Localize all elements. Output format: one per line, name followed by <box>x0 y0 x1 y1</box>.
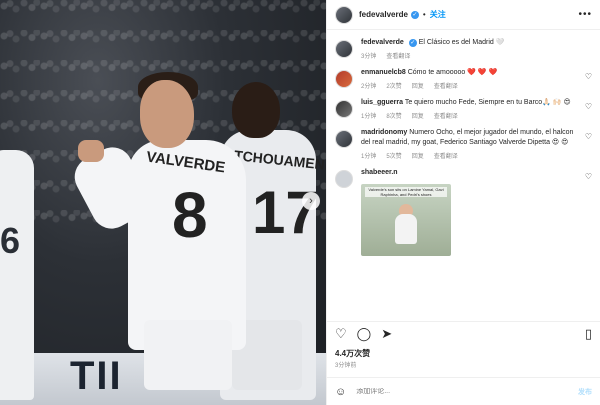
comment-likes[interactable]: 2次赞 <box>386 81 401 90</box>
comment-item: luis_gguerra Te quiero mucho Fede, Siemp… <box>335 98 592 120</box>
comment-likes[interactable]: 5次赞 <box>386 151 401 160</box>
comment-username[interactable]: shabeeer.n <box>361 169 398 176</box>
main-player-head <box>140 80 194 148</box>
comment-username[interactable]: enmanuelcb8 <box>361 69 406 76</box>
post-photo[interactable]: TII 6 TCHOUAMENI 17 VALVERDE 8 › <box>0 0 326 405</box>
comment-username[interactable]: luis_gguerra <box>361 99 403 106</box>
comments-list: fedevalverde ✓ El Clásico es del Madrid … <box>327 30 600 315</box>
comment-image[interactable]: Valverde's son sits on Lamine Yamal, Gav… <box>361 184 451 256</box>
heart-icon[interactable]: ♡ <box>585 172 592 181</box>
likes-count[interactable]: 4.4万次赞 <box>335 348 370 359</box>
comment-item: madridonomy Numero Ocho, el mejor jugado… <box>335 128 592 160</box>
instagram-post-view: TII 6 TCHOUAMENI 17 VALVERDE 8 › fedeval… <box>0 0 600 405</box>
heart-icon[interactable]: ♡ <box>585 102 592 111</box>
share-icon[interactable]: ➤ <box>381 326 392 342</box>
comment-text: Te quiero mucho Fede, Siempre en tu Barc… <box>404 99 571 106</box>
avatar[interactable] <box>335 40 353 58</box>
heart-icon[interactable]: ♡ <box>585 72 592 81</box>
child-figure <box>395 214 417 244</box>
avatar[interactable] <box>335 5 353 24</box>
comment-item: enmanuelcb8 Cómo te amooooo ❤️ ❤️ ❤️ 2分钟… <box>335 68 592 90</box>
comment-username[interactable]: madridonomy <box>361 129 407 136</box>
avatar[interactable] <box>335 70 353 88</box>
separator-dot: • <box>422 10 426 19</box>
action-bar: ♡ ◯ ➤ ▯ <box>327 321 600 345</box>
comment-icon[interactable]: ◯ <box>357 326 372 342</box>
main-player-fist <box>78 140 104 162</box>
next-image-button[interactable]: › <box>302 192 320 210</box>
chevron-right-icon: › <box>309 195 313 207</box>
reply-button[interactable]: 回复 <box>412 111 424 120</box>
caption-username[interactable]: fedevalverde <box>361 39 404 46</box>
avatar[interactable] <box>335 170 353 188</box>
post-time: 3分钟前 <box>335 363 357 369</box>
add-comment-bar: ☺ 发布 <box>327 377 600 405</box>
caption-translate-link[interactable]: 查看翻译 <box>386 51 410 60</box>
post-header: fedevalverde ✓ • 关注 ••• <box>327 0 600 30</box>
comment-item: shabeeer.n Valverde's son sits on Lamine… <box>335 168 592 256</box>
more-options-icon[interactable]: ••• <box>578 9 592 20</box>
post-comment-button[interactable]: 发布 <box>578 387 592 397</box>
reply-button[interactable]: 回复 <box>412 151 424 160</box>
comment-time: 1分钟 <box>361 154 377 160</box>
bookmark-icon[interactable]: ▯ <box>585 326 592 342</box>
header-username[interactable]: fedevalverde <box>359 10 408 19</box>
caption-time: 3分钟 <box>361 54 377 60</box>
left-player-number: 6 <box>0 220 21 261</box>
back-player-number: 17 <box>252 179 319 246</box>
comment-input[interactable] <box>356 388 527 395</box>
post-sidebar: fedevalverde ✓ • 关注 ••• fedevalverde ✓ E… <box>326 0 600 405</box>
main-player-number: 8 <box>172 179 208 251</box>
like-icon[interactable]: ♡ <box>335 326 347 342</box>
board-text: TII <box>70 354 123 398</box>
heart-icon[interactable]: ♡ <box>585 132 592 141</box>
back-player-head <box>232 82 280 138</box>
caption-text: El Clásico es del Madrid 🤍 <box>418 39 505 46</box>
back-player-name: TCHOUAMENI <box>233 147 326 173</box>
verified-icon: ✓ <box>408 39 417 47</box>
comment-likes[interactable]: 8次赞 <box>386 111 401 120</box>
avatar[interactable] <box>335 130 353 148</box>
left-player: 6 <box>0 150 34 400</box>
translate-link[interactable]: 查看翻译 <box>434 81 458 90</box>
translate-link[interactable]: 查看翻译 <box>434 151 458 160</box>
verified-icon: ✓ <box>410 10 419 19</box>
reply-button[interactable]: 回复 <box>412 81 424 90</box>
main-player-shorts <box>144 320 232 390</box>
comment-time: 2分钟 <box>361 84 377 90</box>
emoji-icon[interactable]: ☺ <box>335 386 346 398</box>
avatar[interactable] <box>335 100 353 118</box>
follow-button[interactable]: 关注 <box>430 9 446 20</box>
comment-image-caption: Valverde's son sits on Lamine Yamal, Gav… <box>365 187 447 197</box>
caption-row: fedevalverde ✓ El Clásico es del Madrid … <box>335 38 592 60</box>
translate-link[interactable]: 查看翻译 <box>434 111 458 120</box>
comment-text: Cómo te amooooo ❤️ ❤️ ❤️ <box>407 69 498 76</box>
main-player: VALVERDE 8 <box>128 140 246 350</box>
comment-time: 1分钟 <box>361 114 377 120</box>
main-player-name: VALVERDE <box>145 148 227 177</box>
